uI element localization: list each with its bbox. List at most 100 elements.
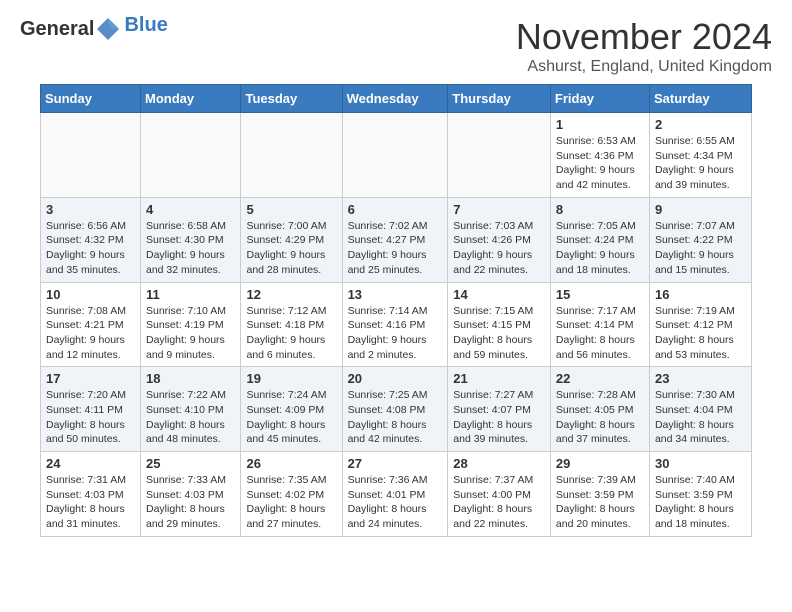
day-number: 13 (348, 287, 443, 302)
day-number: 17 (46, 371, 135, 386)
day-info: Sunrise: 6:58 AM Sunset: 4:30 PM Dayligh… (146, 219, 235, 278)
logo: General Blue (20, 16, 168, 42)
col-wednesday: Wednesday (342, 85, 448, 113)
logo-general: General (20, 18, 94, 41)
day-info: Sunrise: 7:05 AM Sunset: 4:24 PM Dayligh… (556, 219, 644, 278)
calendar-cell-w2-d2: 12Sunrise: 7:12 AM Sunset: 4:18 PM Dayli… (241, 282, 342, 367)
day-number: 14 (453, 287, 545, 302)
day-info: Sunrise: 7:36 AM Sunset: 4:01 PM Dayligh… (348, 473, 443, 532)
day-info: Sunrise: 7:25 AM Sunset: 4:08 PM Dayligh… (348, 388, 443, 447)
day-info: Sunrise: 7:39 AM Sunset: 3:59 PM Dayligh… (556, 473, 644, 532)
col-thursday: Thursday (448, 85, 551, 113)
logo-blue: Blue (124, 14, 167, 36)
calendar-table: Sunday Monday Tuesday Wednesday Thursday… (40, 84, 752, 537)
day-info: Sunrise: 7:14 AM Sunset: 4:16 PM Dayligh… (348, 304, 443, 363)
day-info: Sunrise: 7:02 AM Sunset: 4:27 PM Dayligh… (348, 219, 443, 278)
day-number: 8 (556, 202, 644, 217)
calendar-cell-w0-d5: 1Sunrise: 6:53 AM Sunset: 4:36 PM Daylig… (550, 113, 649, 198)
week-row-4: 24 Sunrise: 7:31 AM Sunset: 4:03 PM Dayli… (41, 452, 752, 537)
calendar-cell-w2-d0: 10Sunrise: 7:08 AM Sunset: 4:21 PM Dayli… (41, 282, 141, 367)
calendar-cell-w0-d3 (342, 113, 448, 198)
calendar-cell-w3-d1: 18 Sunrise: 7:22 AM Sunset: 4:10 PM Dayli… (141, 367, 241, 452)
day-number: 19 (246, 371, 336, 386)
calendar-body: 1Sunrise: 6:53 AM Sunset: 4:36 PM Daylig… (41, 113, 752, 537)
calendar-cell-w3-d5: 22 Sunrise: 7:28 AM Sunset: 4:05 PM Dayli… (550, 367, 649, 452)
calendar-cell-w3-d0: 17 Sunrise: 7:20 AM Sunset: 4:11 PM Dayli… (41, 367, 141, 452)
header-row: Sunday Monday Tuesday Wednesday Thursday… (41, 85, 752, 113)
day-number: 20 (348, 371, 443, 386)
day-info: Sunrise: 6:55 AM Sunset: 4:34 PM Dayligh… (655, 134, 746, 193)
day-number: 28 (453, 456, 545, 471)
day-number: 22 (556, 371, 644, 386)
calendar-cell-w2-d1: 11Sunrise: 7:10 AM Sunset: 4:19 PM Dayli… (141, 282, 241, 367)
day-info: Sunrise: 7:40 AM Sunset: 3:59 PM Dayligh… (655, 473, 746, 532)
day-number: 21 (453, 371, 545, 386)
day-info: Sunrise: 7:27 AM Sunset: 4:07 PM Dayligh… (453, 388, 545, 447)
day-number: 15 (556, 287, 644, 302)
day-info: Sunrise: 7:17 AM Sunset: 4:14 PM Dayligh… (556, 304, 644, 363)
day-info: Sunrise: 7:22 AM Sunset: 4:10 PM Dayligh… (146, 388, 235, 447)
calendar-cell-w4-d5: 29 Sunrise: 7:39 AM Sunset: 3:59 PM Dayli… (550, 452, 649, 537)
day-info: Sunrise: 7:30 AM Sunset: 4:04 PM Dayligh… (655, 388, 746, 447)
day-info: Sunrise: 7:07 AM Sunset: 4:22 PM Dayligh… (655, 219, 746, 278)
calendar-cell-w3-d6: 23 Sunrise: 7:30 AM Sunset: 4:04 PM Dayli… (649, 367, 751, 452)
day-number: 10 (46, 287, 135, 302)
day-info: Sunrise: 7:15 AM Sunset: 4:15 PM Dayligh… (453, 304, 545, 363)
day-info: Sunrise: 7:03 AM Sunset: 4:26 PM Dayligh… (453, 219, 545, 278)
calendar-cell-w3-d3: 20 Sunrise: 7:25 AM Sunset: 4:08 PM Dayli… (342, 367, 448, 452)
day-number: 12 (246, 287, 336, 302)
day-number: 23 (655, 371, 746, 386)
calendar-cell-w0-d6: 2Sunrise: 6:55 AM Sunset: 4:34 PM Daylig… (649, 113, 751, 198)
calendar-cell-w2-d3: 13 Sunrise: 7:14 AM Sunset: 4:16 PM Dayli… (342, 282, 448, 367)
day-number: 6 (348, 202, 443, 217)
calendar-cell-w4-d6: 30 Sunrise: 7:40 AM Sunset: 3:59 PM Dayli… (649, 452, 751, 537)
calendar-cell-w3-d4: 21 Sunrise: 7:27 AM Sunset: 4:07 PM Dayli… (448, 367, 551, 452)
page-header: General Blue November 2024 Ashurst, Engl… (0, 0, 792, 84)
day-number: 1 (556, 117, 644, 132)
calendar-cell-w3-d2: 19Sunrise: 7:24 AM Sunset: 4:09 PM Dayli… (241, 367, 342, 452)
day-info: Sunrise: 7:33 AM Sunset: 4:03 PM Dayligh… (146, 473, 235, 532)
calendar-cell-w0-d4 (448, 113, 551, 198)
calendar-cell-w2-d4: 14 Sunrise: 7:15 AM Sunset: 4:15 PM Dayli… (448, 282, 551, 367)
day-number: 26 (246, 456, 336, 471)
month-title: November 2024 (516, 16, 772, 58)
col-sunday: Sunday (41, 85, 141, 113)
day-number: 16 (655, 287, 746, 302)
day-info: Sunrise: 7:20 AM Sunset: 4:11 PM Dayligh… (46, 388, 135, 447)
day-number: 25 (146, 456, 235, 471)
calendar-cell-w4-d1: 25 Sunrise: 7:33 AM Sunset: 4:03 PM Dayli… (141, 452, 241, 537)
day-info: Sunrise: 7:28 AM Sunset: 4:05 PM Dayligh… (556, 388, 644, 447)
day-info: Sunrise: 7:31 AM Sunset: 4:03 PM Dayligh… (46, 473, 135, 532)
calendar-cell-w2-d6: 16Sunrise: 7:19 AM Sunset: 4:12 PM Dayli… (649, 282, 751, 367)
day-info: Sunrise: 6:56 AM Sunset: 4:32 PM Dayligh… (46, 219, 135, 278)
day-info: Sunrise: 7:00 AM Sunset: 4:29 PM Dayligh… (246, 219, 336, 278)
day-number: 3 (46, 202, 135, 217)
calendar-cell-w2-d5: 15 Sunrise: 7:17 AM Sunset: 4:14 PM Dayli… (550, 282, 649, 367)
day-number: 9 (655, 202, 746, 217)
day-number: 11 (146, 287, 235, 302)
day-number: 5 (246, 202, 336, 217)
day-info: Sunrise: 7:35 AM Sunset: 4:02 PM Dayligh… (246, 473, 336, 532)
day-number: 29 (556, 456, 644, 471)
week-row-0: 1Sunrise: 6:53 AM Sunset: 4:36 PM Daylig… (41, 113, 752, 198)
calendar-cell-w0-d1 (141, 113, 241, 198)
week-row-3: 17 Sunrise: 7:20 AM Sunset: 4:11 PM Dayli… (41, 367, 752, 452)
calendar-cell-w1-d5: 8 Sunrise: 7:05 AM Sunset: 4:24 PM Daylig… (550, 197, 649, 282)
calendar-cell-w4-d4: 28Sunrise: 7:37 AM Sunset: 4:00 PM Dayli… (448, 452, 551, 537)
calendar-cell-w4-d3: 27 Sunrise: 7:36 AM Sunset: 4:01 PM Dayli… (342, 452, 448, 537)
col-friday: Friday (550, 85, 649, 113)
col-tuesday: Tuesday (241, 85, 342, 113)
col-saturday: Saturday (649, 85, 751, 113)
logo-text: General (20, 16, 122, 42)
day-number: 18 (146, 371, 235, 386)
day-number: 27 (348, 456, 443, 471)
day-number: 4 (146, 202, 235, 217)
day-number: 30 (655, 456, 746, 471)
day-number: 24 (46, 456, 135, 471)
title-section: November 2024 Ashurst, England, United K… (516, 16, 772, 76)
logo-icon (95, 16, 121, 42)
col-monday: Monday (141, 85, 241, 113)
calendar-cell-w0-d0 (41, 113, 141, 198)
calendar-cell-w0-d2 (241, 113, 342, 198)
calendar-cell-w4-d2: 26 Sunrise: 7:35 AM Sunset: 4:02 PM Dayli… (241, 452, 342, 537)
